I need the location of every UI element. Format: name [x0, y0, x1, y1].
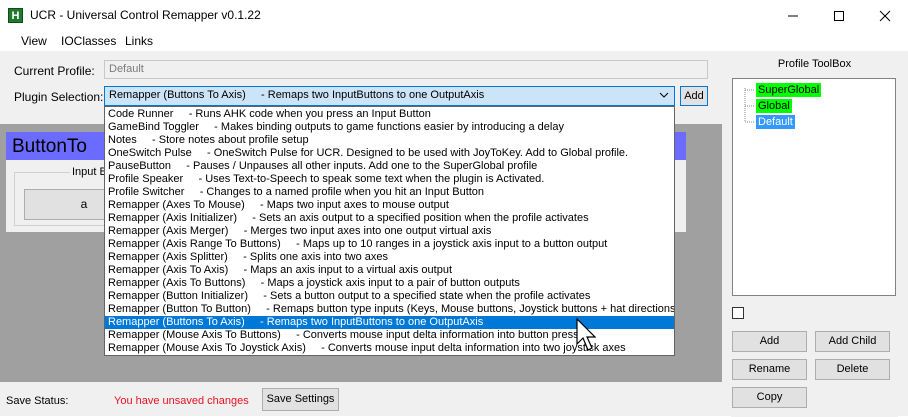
dropdown-option[interactable]: Remapper (Axes To Mouse) - Maps two inpu… — [105, 199, 674, 212]
dropdown-option[interactable]: Notes - Store notes about profile setup — [105, 134, 674, 147]
dropdown-option[interactable]: Remapper (Axis Initializer) - Sets an ax… — [105, 212, 674, 225]
dropdown-option[interactable]: Code Runner - Runs AHK code when you pre… — [105, 108, 674, 121]
add-plugin-button[interactable]: Add — [680, 86, 708, 106]
close-button[interactable] — [862, 0, 908, 31]
plugin-title: ButtonTo — [12, 136, 87, 157]
dropdown-option[interactable]: PauseButton - Pauses / Unpauses all othe… — [105, 160, 674, 173]
tree-node-global[interactable]: Global — [756, 99, 792, 113]
window-title: UCR - Universal Control Remapper v0.1.22 — [30, 8, 261, 22]
dropdown-option[interactable]: Remapper (Axis Merger) - Merges two inpu… — [105, 225, 674, 238]
dropdown-option[interactable]: Remapper (Button To Button) - Remaps but… — [105, 303, 674, 316]
save-settings-button[interactable]: Save Settings — [262, 388, 339, 411]
dropdown-option[interactable]: Profile Switcher - Changes to a named pr… — [105, 186, 674, 199]
minimize-button[interactable] — [770, 0, 816, 31]
close-icon — [879, 10, 891, 21]
chevron-down-icon[interactable] — [658, 89, 670, 101]
delete-button[interactable]: Delete — [815, 359, 890, 380]
dropdown-option[interactable]: Remapper (Axis Splitter) - Splits one ax… — [105, 251, 674, 264]
dropdown-option[interactable]: Profile Speaker - Uses Text-to-Speech to… — [105, 173, 674, 186]
dropdown-option[interactable]: GameBind Toggler - Makes binding outputs… — [105, 121, 674, 134]
copy-button[interactable]: Copy — [732, 387, 807, 408]
save-status-value: You have unsaved changes — [114, 395, 249, 407]
dropdown-option[interactable]: OneSwitch Pulse - OneSwitch Pulse for UC… — [105, 147, 674, 160]
tree-node-default[interactable]: Default — [756, 115, 795, 129]
add-profile-button[interactable]: Add — [732, 331, 807, 352]
rename-button[interactable]: Rename — [732, 359, 807, 380]
add-child-button[interactable]: Add Child — [815, 331, 890, 352]
dropdown-option[interactable]: Remapper (Axis To Axis) - Maps an axis i… — [105, 264, 674, 277]
toolbox-checkbox[interactable] — [732, 307, 744, 319]
menu-ioclasses[interactable]: IOClasses — [61, 34, 116, 48]
tree-lines — [744, 88, 755, 123]
plugin-selection-label: Plugin Selection: — [14, 90, 104, 104]
save-status-label: Save Status: — [6, 395, 69, 407]
dropdown-option[interactable]: Remapper (Axis Range To Buttons) - Maps … — [105, 238, 674, 251]
current-profile-label: Current Profile: — [14, 64, 95, 78]
tree-node-superglobal[interactable]: SuperGlobal — [756, 83, 822, 97]
minimize-icon — [788, 15, 798, 16]
maximize-button[interactable] — [816, 0, 862, 31]
menu-view[interactable]: View — [21, 34, 47, 48]
mouse-cursor-icon — [576, 318, 596, 351]
dropdown-option[interactable]: Remapper (Axis To Buttons) - Maps a joys… — [105, 277, 674, 290]
status-bar — [0, 382, 722, 416]
toolbox-title: Profile ToolBox — [777, 58, 852, 70]
app-icon: H — [8, 8, 23, 23]
dropdown-option[interactable]: Remapper (Button Initializer) - Sets a b… — [105, 290, 674, 303]
current-profile-field: Default — [104, 60, 708, 79]
menu-links[interactable]: Links — [125, 34, 153, 48]
plugin-select[interactable]: Remapper (Buttons To Axis) - Remaps two … — [104, 86, 675, 106]
maximize-icon — [834, 10, 844, 21]
